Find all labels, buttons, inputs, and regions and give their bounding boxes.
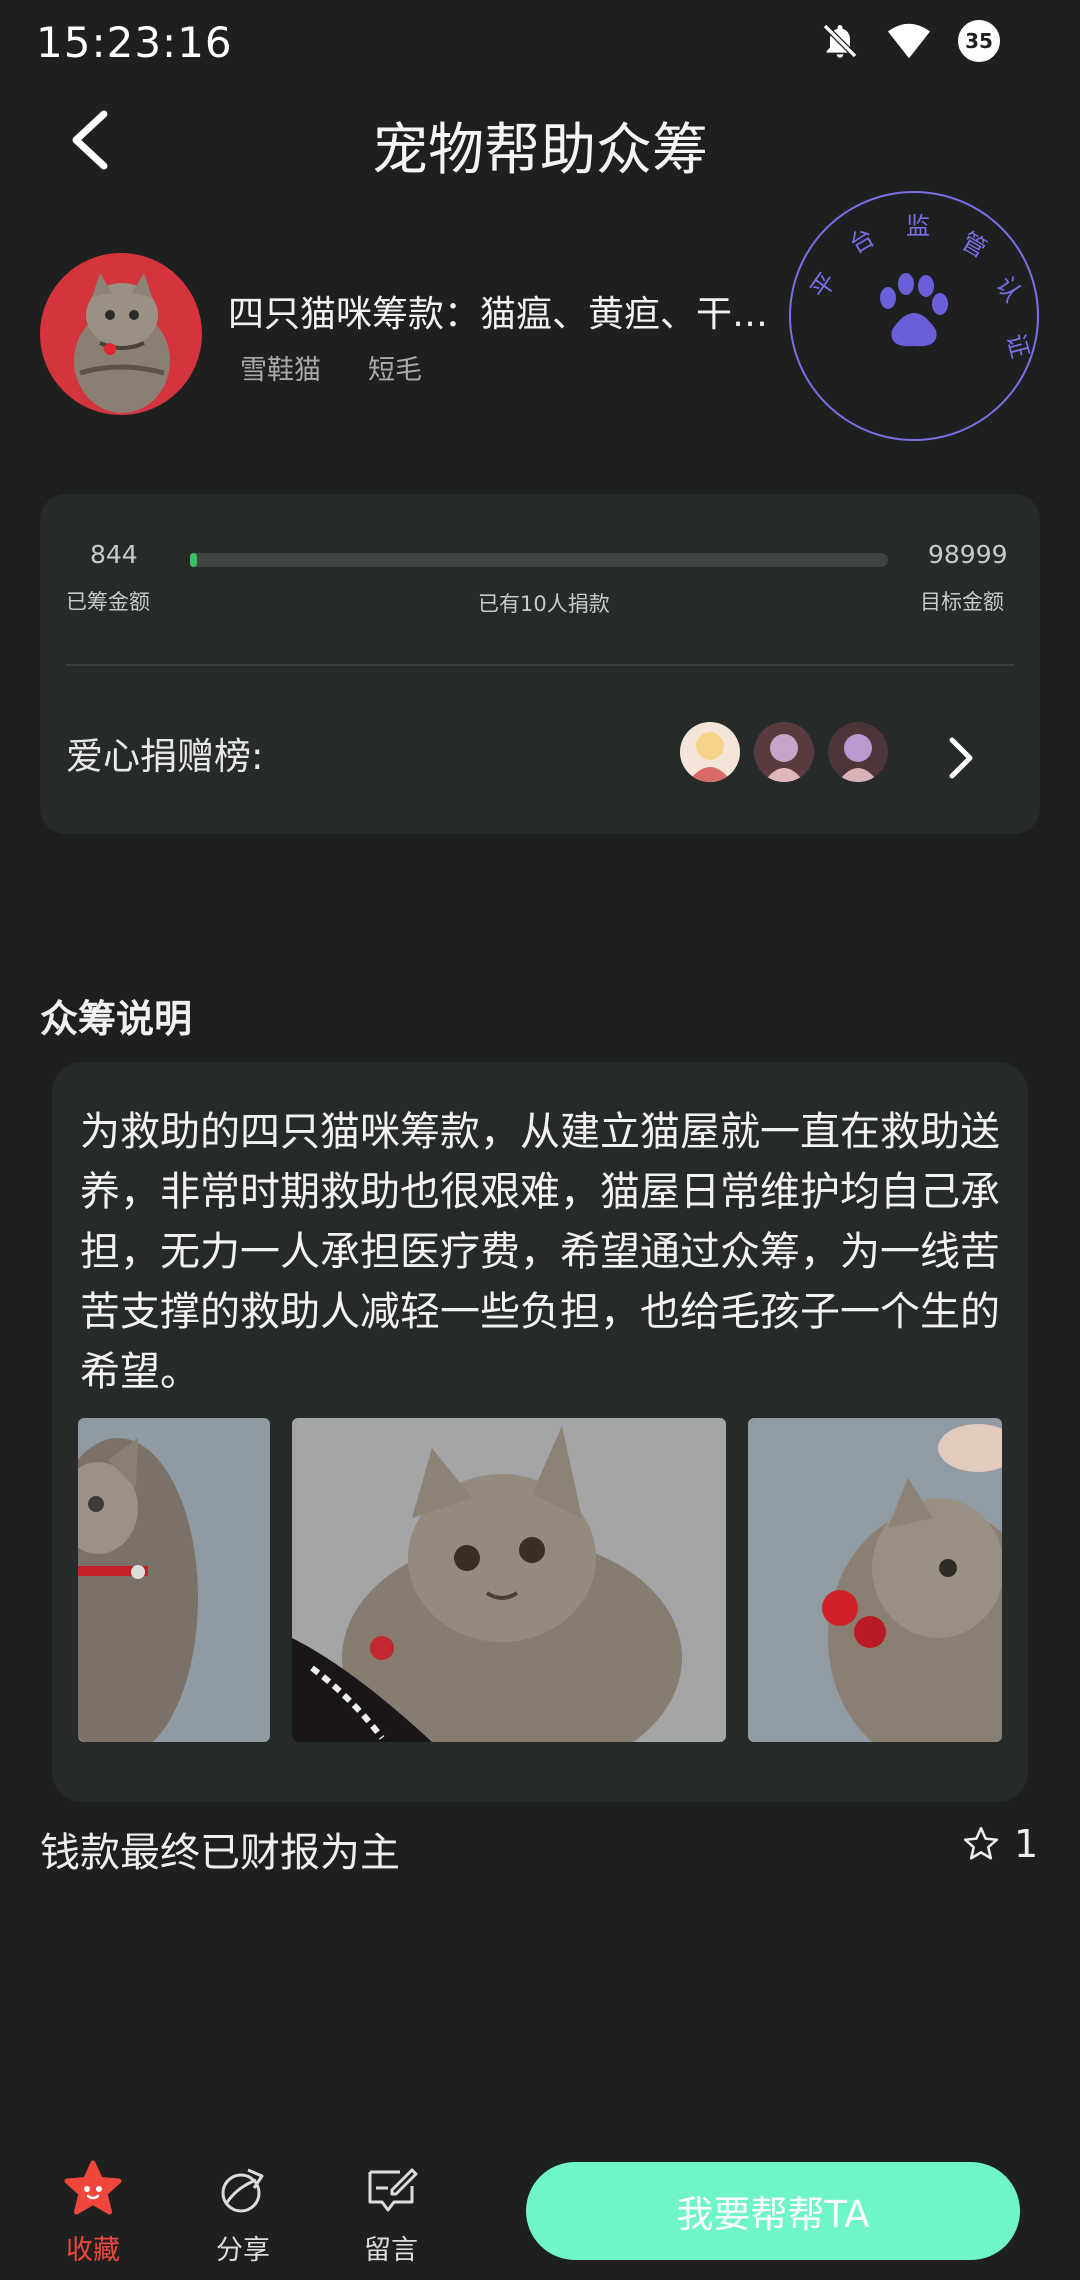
- description-text: 为救助的四只猫咪筹款，从建立猫屋就一直在救助送养，非常时期救助也很艰难，猫屋日常…: [80, 1109, 1000, 1395]
- target-amount: 98999: [928, 540, 1008, 569]
- star-rating[interactable]: 1: [962, 1822, 1038, 1866]
- favorite-button[interactable]: 收藏: [38, 2160, 148, 2267]
- seal-char-4: 管: [957, 227, 992, 263]
- raised-label: 已筹金额: [66, 590, 150, 614]
- seal-char-3: 监: [906, 212, 930, 240]
- comment-label: 留言: [364, 2235, 418, 2266]
- donor-avatar[interactable]: [680, 722, 740, 782]
- pet-tag-breed: 雪鞋猫: [240, 355, 321, 386]
- funds-note: 钱款最终已财报为主: [40, 1830, 400, 1876]
- star-filled-icon: [64, 2160, 122, 2215]
- donor-board-label: 爱心捐赠榜:: [66, 735, 264, 778]
- description-card: 为救助的四只猫咪筹款，从建立猫屋就一直在救助送养，非常时期救助也很艰难，猫屋日常…: [52, 1062, 1028, 1802]
- target-label: 目标金额: [920, 590, 1004, 614]
- divider: [66, 664, 1014, 666]
- paw-icon: [880, 273, 948, 347]
- share-icon: [221, 2168, 264, 2213]
- wifi-icon: [887, 23, 931, 59]
- donor-avatar[interactable]: [754, 722, 814, 782]
- funding-card: 844 已筹金额 已有10人捐款 98999 目标金额 爱心捐赠榜:: [40, 494, 1040, 834]
- chevron-right-icon[interactable]: [940, 730, 980, 786]
- progress-fill: [190, 553, 197, 567]
- description-heading: 众筹说明: [40, 997, 193, 1041]
- comment-edit-icon: [368, 2168, 418, 2212]
- donors-count: 已有10人捐款: [478, 592, 610, 616]
- comment-button[interactable]: 留言: [336, 2160, 446, 2267]
- progress-bar: [190, 553, 888, 567]
- seal-char-5: 认: [990, 272, 1027, 308]
- seal-char-2: 台: [845, 223, 880, 259]
- kitten-photo-1[interactable]: [78, 1418, 270, 1742]
- kitten-photo-3[interactable]: [748, 1418, 1002, 1742]
- star-outline-icon[interactable]: [962, 1825, 1000, 1863]
- pet-tag-fur: 短毛: [368, 355, 422, 386]
- kitten-photo-2[interactable]: [292, 1418, 726, 1742]
- pet-avatar[interactable]: [40, 253, 202, 415]
- platform-certified-seal: 平 台 监 管 认 证: [789, 191, 1039, 441]
- status-icons: 35: [820, 20, 1000, 62]
- status-time: 15:23:16: [36, 18, 233, 67]
- raised-amount: 844: [90, 540, 138, 569]
- page-title: 宠物帮助众筹: [372, 118, 708, 183]
- share-button[interactable]: 分享: [188, 2160, 298, 2267]
- battery-level: 35: [965, 29, 993, 53]
- help-button[interactable]: 我要帮帮TA: [526, 2162, 1020, 2260]
- seal-char-1: 平: [805, 268, 842, 304]
- star-count: 1: [1014, 1822, 1039, 1866]
- share-label: 分享: [216, 2235, 270, 2266]
- seal-char-6: 证: [1001, 331, 1034, 361]
- favorite-label: 收藏: [66, 2235, 120, 2266]
- donor-avatar[interactable]: [828, 722, 888, 782]
- status-bar: 15:23:16 35: [0, 0, 1080, 90]
- battery-icon: 35: [958, 20, 1000, 62]
- notifications-off-icon: [822, 23, 858, 59]
- pet-title: 四只猫咪筹款：猫瘟、黄疸、干…: [228, 294, 769, 335]
